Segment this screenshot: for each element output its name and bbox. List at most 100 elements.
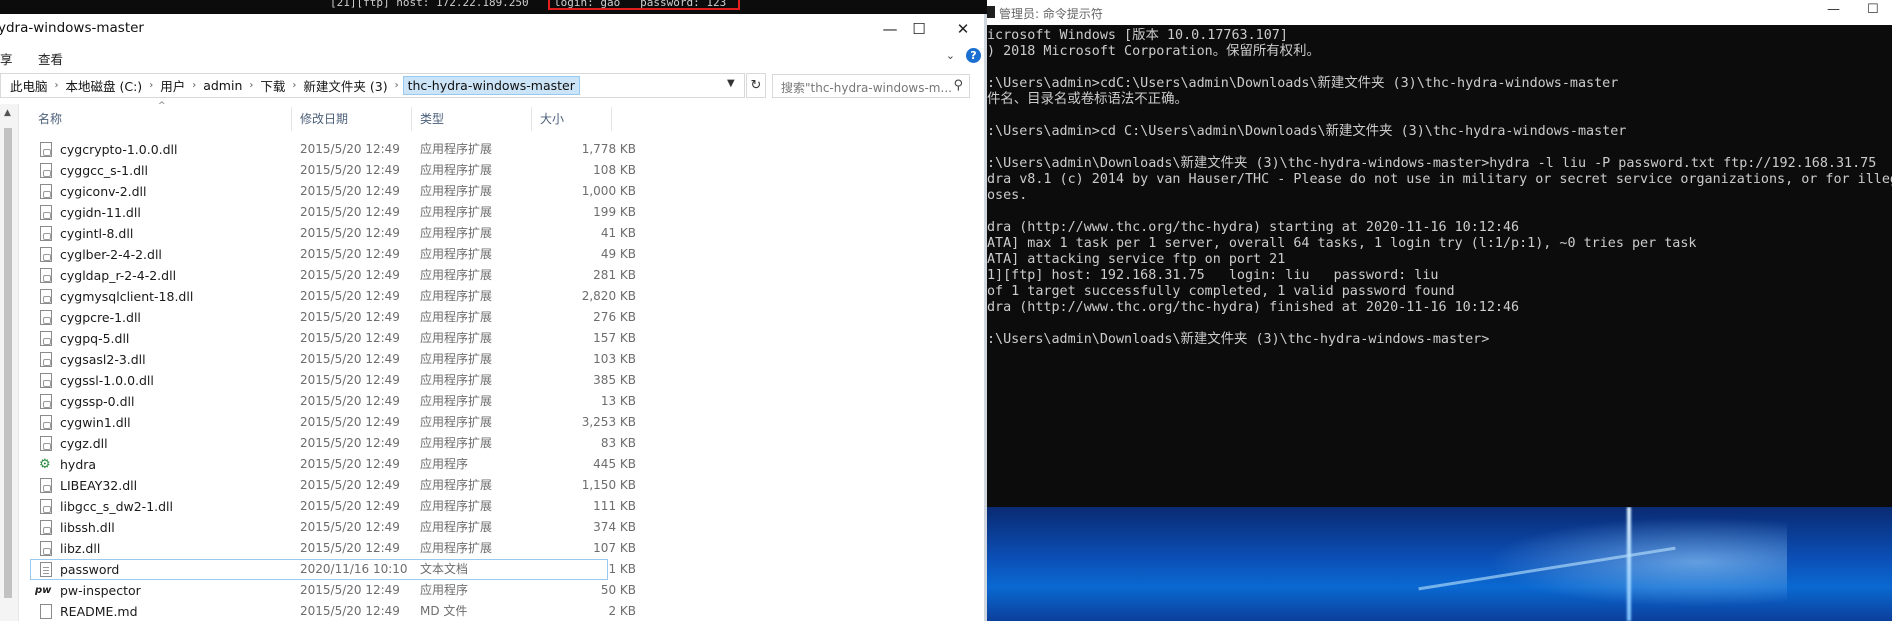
file-date: 2015/5/20 12:49	[300, 184, 400, 198]
file-size: 111 KB	[593, 499, 636, 513]
close-button[interactable]: ✕	[941, 14, 985, 44]
file-row[interactable]: cygwin1.dll 2015/5/20 12:49 应用程序扩展 3,253 KB	[30, 412, 636, 433]
file-type: 应用程序	[420, 583, 469, 597]
file-type: 应用程序扩展	[420, 205, 493, 219]
file-name: cygz.dll	[60, 436, 108, 451]
file-row[interactable]: cygz.dll 2015/5/20 12:49 应用程序扩展 83 KB	[30, 433, 636, 454]
search-placeholder: 搜索"thc-hydra-windows-m...	[781, 81, 952, 95]
breadcrumb-item[interactable]: 用户	[157, 76, 188, 95]
breadcrumb-separator-icon[interactable]: ›	[245, 80, 257, 91]
breadcrumb-item[interactable]: 本地磁盘 (C:)	[63, 76, 146, 95]
file-row[interactable]: cygcrypto-1.0.0.dll 2015/5/20 12:49 应用程序扩展…	[30, 139, 636, 160]
file-row[interactable]: cygintl-8.dll 2015/5/20 12:49 应用程序扩展 41 KB	[30, 223, 636, 244]
console-line: :\Users\admin\Downloads\新建文件夹 (3)\thc-hy…	[987, 332, 1490, 347]
breadcrumb-separator-icon[interactable]: ›	[391, 80, 403, 91]
breadcrumb-item[interactable]: 新建文件夹 (3)	[300, 76, 390, 95]
file-name: cygssl-1.0.0.dll	[60, 373, 154, 388]
file-date: 2015/5/20 12:49	[300, 436, 400, 450]
breadcrumb-item[interactable]: thc-hydra-windows-master	[402, 76, 580, 95]
file-name: cygcrypto-1.0.0.dll	[60, 142, 178, 157]
file-name: cygpcre-1.dll	[60, 310, 141, 325]
file-row[interactable]: LIBEAY32.dll 2015/5/20 12:49 应用程序扩展 1,150 K…	[30, 475, 636, 496]
column-header-date[interactable]: 修改日期	[292, 107, 412, 131]
file-date: 2015/5/20 12:49	[300, 226, 400, 240]
file-row[interactable]: libgcc_s_dw2-1.dll 2015/5/20 12:49 应用程序扩展 1…	[30, 496, 636, 517]
file-name: LIBEAY32.dll	[60, 478, 138, 493]
dll-file-icon	[40, 268, 52, 283]
file-row[interactable]: cygiconv-2.dll 2015/5/20 12:49 应用程序扩展 1,000…	[30, 181, 636, 202]
dll-file-icon	[40, 184, 52, 199]
dll-file-icon	[40, 499, 52, 514]
file-row[interactable]: cygidn-11.dll 2015/5/20 12:49 应用程序扩展 199 KB	[30, 202, 636, 223]
tab-view[interactable]: 查看	[38, 49, 63, 68]
console-output[interactable]: icrosoft Windows [版本 10.0.17763.107] ) 2…	[987, 28, 1892, 504]
help-icon[interactable]: ?	[966, 48, 981, 63]
scroll-up-icon[interactable]: ▲	[4, 108, 11, 118]
cmd-titlebar[interactable]: 管理员: 命令提示符 — ☐	[987, 0, 1892, 25]
file-date: 2015/5/20 12:49	[300, 247, 400, 261]
dll-file-icon	[40, 205, 52, 220]
file-type: 应用程序扩展	[420, 226, 493, 240]
file-date: 2015/5/20 12:49	[300, 499, 400, 513]
address-bar[interactable]: 此电脑 › 本地磁盘 (C:) › 用户 › admin › 下载 › 新建文件夹 (3) › thc-…	[0, 73, 745, 98]
file-row[interactable]: libssh.dll 2015/5/20 12:49 应用程序扩展 374 KB	[30, 517, 636, 538]
breadcrumb-separator-icon[interactable]: ›	[288, 80, 300, 91]
file-type: 应用程序扩展	[420, 415, 493, 429]
breadcrumb-separator-icon[interactable]: ›	[188, 80, 200, 91]
file-row[interactable]: password 2020/11/16 10:10 文本文档 1 KB	[30, 559, 636, 580]
file-row[interactable]: README.md 2015/5/20 12:49 MD 文件 2 KB	[30, 601, 636, 621]
file-row[interactable]: libz.dll 2015/5/20 12:49 应用程序扩展 107 KB	[30, 538, 636, 559]
column-headers: 名称 修改日期 类型 大小	[30, 107, 614, 131]
file-row[interactable]: cygldap_r-2-4-2.dll 2015/5/20 12:49 应用程序扩展…	[30, 265, 636, 286]
search-icon[interactable]: ⚲	[953, 78, 963, 93]
console-line: oses.	[987, 188, 1028, 203]
maximize-button[interactable]: ☐	[897, 14, 941, 44]
breadcrumb-separator-icon[interactable]: ›	[145, 80, 157, 91]
chevron-down-icon[interactable]: ▼	[727, 78, 735, 89]
file-date: 2020/11/16 10:10	[300, 562, 408, 576]
file-date: 2015/5/20 12:49	[300, 289, 400, 303]
file-type: 应用程序扩展	[420, 394, 493, 408]
search-input[interactable]: 搜索"thc-hydra-windows-m... ⚲	[772, 74, 970, 98]
file-row[interactable]: pw pw-inspector 2015/5/20 12:49 应用程序 50 KB	[30, 580, 636, 601]
breadcrumb-item[interactable]: admin	[200, 78, 245, 93]
console-line: :\Users\admin>cdC:\Users\admin\Downloads…	[987, 76, 1619, 91]
file-row[interactable]: cygpcre-1.dll 2015/5/20 12:49 应用程序扩展 276 KB	[30, 307, 636, 328]
breadcrumb-separator-icon[interactable]: ›	[51, 80, 63, 91]
file-row[interactable]: cygsasl2-3.dll 2015/5/20 12:49 应用程序扩展 103 K…	[30, 349, 636, 370]
file-name: hydra	[60, 457, 97, 472]
file-row[interactable]: cygmysqlclient-18.dll 2015/5/20 12:49 应用程序…	[30, 286, 636, 307]
file-name: cyggcc_s-1.dll	[60, 163, 148, 178]
column-header-size[interactable]: 大小	[532, 107, 612, 131]
file-row[interactable]: ⚙ hydra 2015/5/20 12:49 应用程序 445 KB	[30, 454, 636, 475]
file-row[interactable]: cyggcc_s-1.dll 2015/5/20 12:49 应用程序扩展 108 K…	[30, 160, 636, 181]
breadcrumb-item[interactable]: 此电脑	[7, 76, 51, 95]
explorer-titlebar[interactable]: ydra-windows-master — ☐ ✕	[0, 14, 987, 44]
navigation-pane-scrollbar[interactable]: ▲	[0, 104, 19, 621]
refresh-button[interactable]: ↻	[746, 73, 766, 98]
console-line: ATA] max 1 task per 1 server, overall 64…	[987, 236, 1697, 251]
file-row[interactable]: cygpq-5.dll 2015/5/20 12:49 应用程序扩展 157 KB	[30, 328, 636, 349]
file-row[interactable]: cygssp-0.dll 2015/5/20 12:49 应用程序扩展 13 KB	[30, 391, 636, 412]
file-row[interactable]: cyglber-2-4-2.dll 2015/5/20 12:49 应用程序扩展 49…	[30, 244, 636, 265]
dll-file-icon	[40, 247, 52, 262]
file-row[interactable]: cygssl-1.0.0.dll 2015/5/20 12:49 应用程序扩展 385…	[30, 370, 636, 391]
console-line: of 1 target successfully completed, 1 va…	[987, 284, 1455, 299]
file-type: 文本文档	[420, 562, 469, 576]
scrollbar-thumb[interactable]	[4, 128, 12, 598]
console-line: dra (http://www.thc.org/thc-hydra) finis…	[987, 300, 1520, 315]
expand-ribbon-icon[interactable]: ⌄	[946, 49, 955, 62]
dll-file-icon	[40, 541, 52, 556]
file-name: cygpq-5.dll	[60, 331, 130, 346]
breadcrumb-item[interactable]: 下载	[257, 76, 288, 95]
command-prompt-window: 管理员: 命令提示符 — ☐ icrosoft Windows [版本 10.0…	[987, 0, 1892, 621]
file-date: 2015/5/20 12:49	[300, 541, 400, 555]
cmd-minimize-button[interactable]: —	[1827, 2, 1840, 17]
file-type: 应用程序扩展	[420, 499, 493, 513]
cmd-maximize-button[interactable]: ☐	[1867, 2, 1879, 17]
file-size: 1,000 KB	[581, 184, 636, 198]
console-line: icrosoft Windows [版本 10.0.17763.107]	[987, 28, 1288, 43]
column-header-name[interactable]: 名称	[30, 107, 292, 131]
tab-share[interactable]: 享	[0, 49, 13, 68]
column-header-type[interactable]: 类型	[412, 107, 532, 131]
